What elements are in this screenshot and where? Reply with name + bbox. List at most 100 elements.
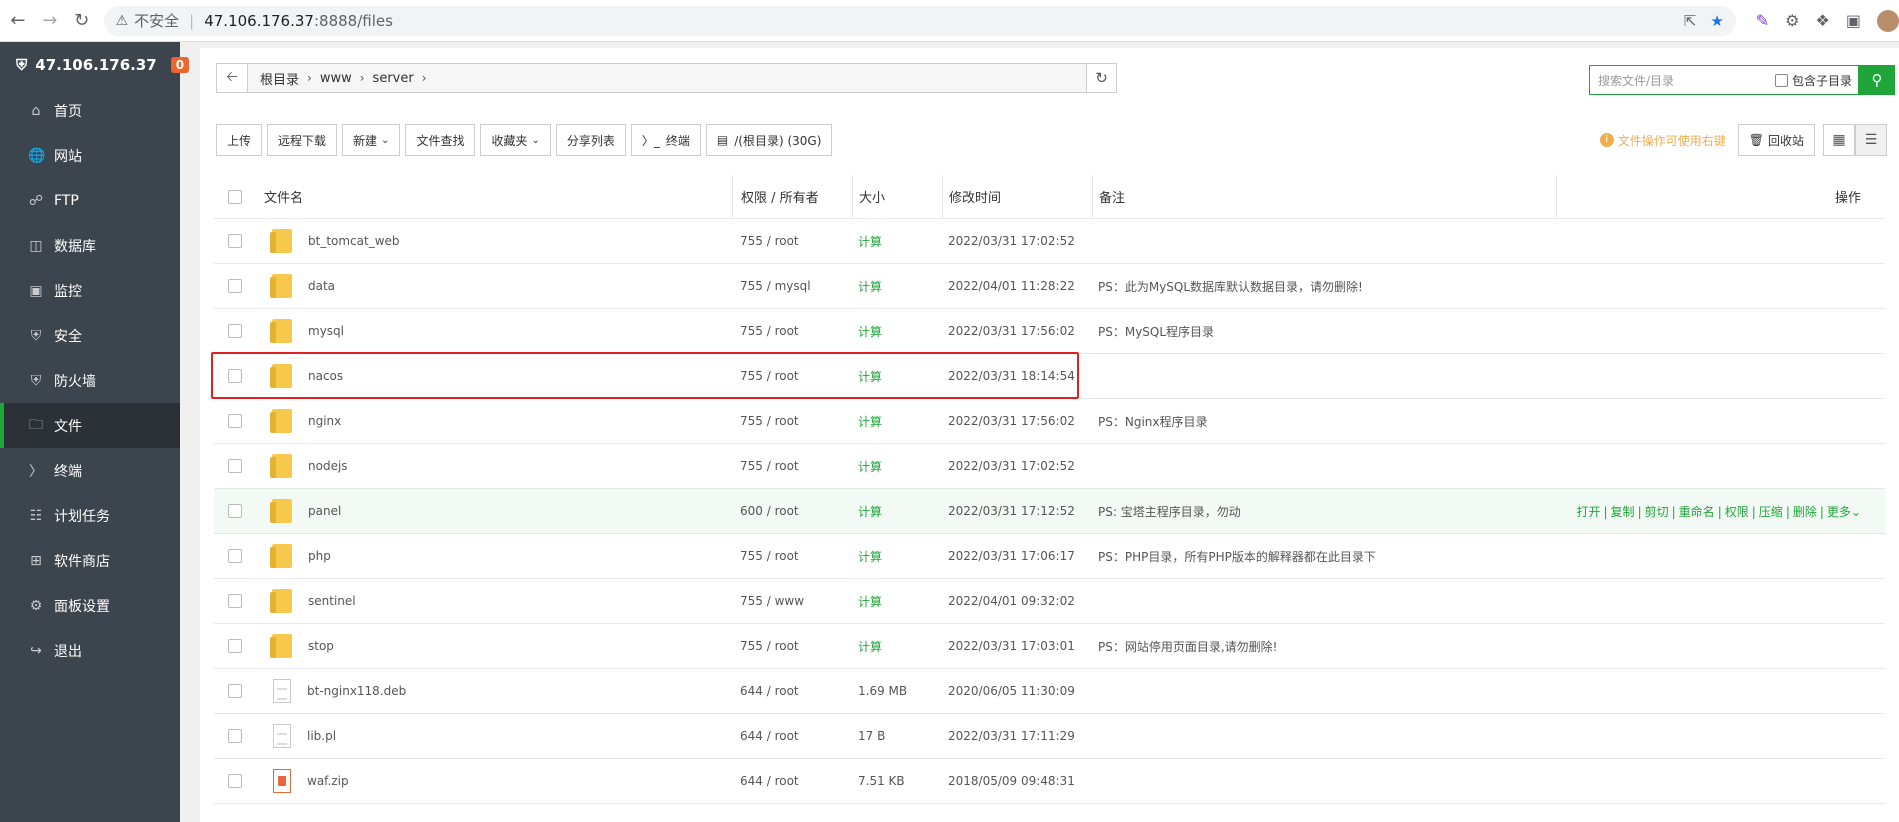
sidebar-item[interactable]: ☷ 计划任务: [0, 493, 180, 538]
puzzle-icon[interactable]: ❖: [1816, 11, 1830, 30]
favorites-dropdown[interactable]: 收藏夹 ⌄: [480, 124, 551, 156]
row-action-link[interactable]: 压缩: [1759, 505, 1783, 519]
table-row[interactable]: mysql 755 / root 计算 2022/03/31 17:56:02 PS：M…: [214, 309, 1885, 354]
file-note[interactable]: PS：Nginx程序目录: [1092, 413, 1556, 430]
sidebar-item[interactable]: 🗀 文件: [0, 403, 180, 448]
file-perm[interactable]: 755 / root: [732, 639, 852, 653]
row-action-link[interactable]: 剪切: [1645, 505, 1669, 519]
file-note[interactable]: PS：此为MySQL数据库默认数据目录，请勿删除!: [1092, 278, 1556, 295]
file-perm[interactable]: 755 / root: [732, 369, 852, 383]
row-checkbox[interactable]: [228, 324, 242, 338]
file-name[interactable]: waf.zip: [307, 774, 349, 788]
breadcrumb-www[interactable]: www: [320, 71, 352, 86]
search-button[interactable]: ⚲: [1859, 65, 1895, 95]
file-name[interactable]: php: [308, 549, 331, 563]
file-name[interactable]: nodejs: [308, 459, 348, 473]
file-name[interactable]: bt-nginx118.deb: [307, 684, 406, 698]
sidebar-item[interactable]: ☍ FTP: [0, 178, 180, 223]
row-action-link[interactable]: 删除: [1793, 505, 1817, 519]
grid-view-icon[interactable]: ▦: [1823, 124, 1855, 156]
table-row[interactable]: bt_tomcat_web 755 / root 计算 2022/03/31 17:0…: [214, 219, 1885, 264]
sidebar-item[interactable]: ⛨ 安全: [0, 313, 180, 358]
sidepanel-icon[interactable]: ▣: [1846, 11, 1861, 30]
sidebar-item[interactable]: ⚙ 面板设置: [0, 583, 180, 628]
row-action-link[interactable]: 复制: [1611, 505, 1635, 519]
select-all-checkbox[interactable]: [228, 189, 242, 204]
file-size[interactable]: 计算: [852, 278, 942, 295]
file-perm[interactable]: 644 / root: [732, 684, 852, 698]
sidebar-item[interactable]: 〉 终端: [0, 448, 180, 493]
include-subdir-checkbox[interactable]: [1774, 73, 1788, 87]
header-perm[interactable]: 权限 / 所有者: [732, 174, 852, 219]
share-list-button[interactable]: 分享列表: [555, 124, 626, 156]
sidebar-item[interactable]: ▣ 监控: [0, 268, 180, 313]
file-name[interactable]: nacos: [308, 369, 343, 383]
header-name[interactable]: 文件名: [256, 187, 732, 206]
terminal-button[interactable]: 〉_ 终端: [630, 124, 701, 156]
table-row[interactable]: panel 600 / root 计算 2022/03/31 17:12:52 PS: …: [214, 489, 1885, 534]
upload-button[interactable]: 上传: [216, 124, 263, 156]
row-checkbox[interactable]: [228, 639, 242, 653]
file-name[interactable]: nginx: [308, 414, 341, 428]
file-name[interactable]: panel: [308, 504, 341, 518]
row-checkbox[interactable]: [228, 279, 242, 293]
new-dropdown[interactable]: 新建 ⌄: [342, 124, 401, 156]
file-size[interactable]: 计算: [852, 368, 942, 385]
include-subdir-toggle[interactable]: 包含子目录: [1774, 72, 1858, 89]
file-size[interactable]: 计算: [852, 233, 942, 250]
file-perm[interactable]: 755 / root: [732, 459, 852, 473]
row-checkbox[interactable]: [228, 729, 242, 743]
file-note[interactable]: PS: 宝塔主程序目录，勿动: [1092, 503, 1556, 520]
sidebar-item[interactable]: ⌂ 首页: [0, 88, 180, 133]
row-checkbox[interactable]: [228, 549, 242, 563]
row-checkbox[interactable]: [228, 774, 242, 788]
breadcrumb-server[interactable]: server: [373, 71, 414, 86]
file-size[interactable]: 计算: [852, 323, 942, 340]
row-checkbox[interactable]: [228, 234, 242, 248]
header-time[interactable]: 修改时间: [942, 174, 1092, 219]
file-perm[interactable]: 644 / root: [732, 774, 852, 788]
recycle-bin-button[interactable]: 🗑 回收站: [1737, 124, 1815, 156]
file-perm[interactable]: 600 / root: [732, 504, 852, 518]
file-perm[interactable]: 755 / root: [732, 234, 852, 248]
table-row[interactable]: nginx 755 / root 计算 2022/03/31 17:56:02 PS：N…: [214, 399, 1885, 444]
table-row[interactable]: nacos 755 / root 计算 2022/03/31 18:14:54: [214, 354, 1885, 399]
remote-download-button[interactable]: 远程下载: [267, 124, 338, 156]
table-row[interactable]: bt-nginx118.deb 644 / root 1.69 MB 2020/06/…: [214, 669, 1885, 714]
search-input[interactable]: 搜索文件/目录 包含子目录: [1589, 65, 1859, 95]
row-action-link[interactable]: 权限: [1725, 505, 1749, 519]
forward-arrow-icon[interactable]: →: [36, 7, 64, 35]
back-arrow-icon[interactable]: ←: [4, 7, 32, 35]
file-perm[interactable]: 644 / root: [732, 729, 852, 743]
bookmark-star-icon[interactable]: ★: [1710, 12, 1723, 30]
file-size[interactable]: 计算: [852, 458, 942, 475]
file-name[interactable]: data: [308, 279, 335, 293]
file-size[interactable]: 计算: [852, 503, 942, 520]
file-perm[interactable]: 755 / mysql: [732, 279, 852, 293]
extension-pen-icon[interactable]: ✎: [1756, 11, 1769, 30]
file-perm[interactable]: 755 / www: [732, 594, 852, 608]
table-row[interactable]: php 755 / root 计算 2022/03/31 17:06:17 PS：PHP…: [214, 534, 1885, 579]
file-perm[interactable]: 755 / root: [732, 324, 852, 338]
row-checkbox[interactable]: [228, 459, 242, 473]
sidebar-item[interactable]: ↪ 退出: [0, 628, 180, 673]
row-checkbox[interactable]: [228, 414, 242, 428]
file-perm[interactable]: 755 / root: [732, 549, 852, 563]
file-name[interactable]: bt_tomcat_web: [308, 234, 400, 248]
file-perm[interactable]: 755 / root: [732, 414, 852, 428]
reload-icon[interactable]: ↻: [68, 7, 96, 35]
file-note[interactable]: PS：网站停用页面目录,请勿删除!: [1092, 638, 1556, 655]
extension-icon[interactable]: ⚙: [1785, 11, 1799, 30]
table-row[interactable]: sentinel 755 / www 计算 2022/04/01 09:32:02: [214, 579, 1885, 624]
row-action-link[interactable]: 打开: [1576, 505, 1600, 519]
file-name[interactable]: sentinel: [308, 594, 356, 608]
file-size[interactable]: 计算: [852, 638, 942, 655]
list-view-icon[interactable]: ☰: [1855, 124, 1887, 156]
refresh-button[interactable]: ↻: [1087, 63, 1117, 93]
sidebar-item[interactable]: 🌐 网站: [0, 133, 180, 178]
breadcrumb[interactable]: 根目录 › www › server ›: [248, 63, 1087, 93]
table-row[interactable]: lib.pl 644 / root 17 B 2022/03/31 17:11:29: [214, 714, 1885, 759]
file-name[interactable]: lib.pl: [307, 729, 336, 743]
table-row[interactable]: waf.zip 644 / root 7.51 KB 2018/05/09 09:48…: [214, 759, 1885, 804]
sidebar-item[interactable]: ⊞ 软件商店: [0, 538, 180, 583]
